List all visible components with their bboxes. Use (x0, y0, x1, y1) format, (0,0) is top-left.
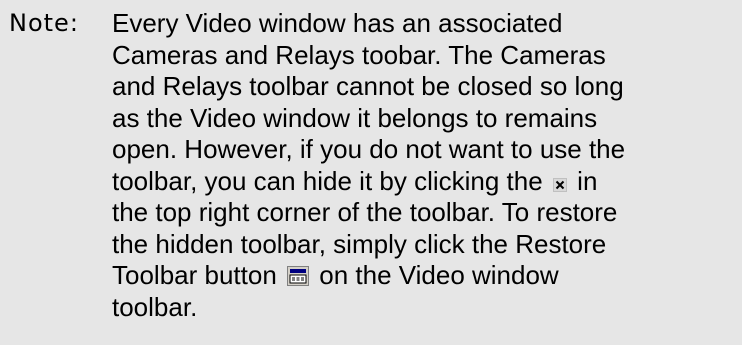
note-line: open. However, if you do not want to use… (112, 134, 626, 164)
note-line-segment: Toolbar button (112, 260, 285, 290)
restore-toolbar-icon (287, 266, 310, 286)
note-line-segment: in (569, 165, 598, 196)
note-label: Note: (9, 9, 79, 37)
note-line: as the Video window it belongs to remain… (112, 102, 598, 133)
note-line: Cameras and Relays toobar. The Cameras (112, 39, 606, 70)
note-line: the top right corner of the toolbar. To … (112, 197, 618, 227)
note-line: toolbar. (112, 291, 198, 322)
note-line: and Relays toolbar cannot be closed so l… (112, 71, 624, 101)
note-box: Note: Every Video window has an associat… (0, 0, 742, 345)
note-line: toolbar, you can hide it by clicking the… (112, 166, 737, 198)
note-line: Toolbar button on the Video window (112, 260, 737, 292)
note-text: Every Video window has an associated Cam… (112, 8, 737, 323)
note-line-segment: toolbar, you can hide it by clicking the (112, 165, 550, 196)
note-line: Every Video window has an associated (112, 8, 563, 38)
note-line-segment: on the Video window (312, 260, 559, 290)
note-line: the hidden toolbar, simply click the Res… (112, 228, 607, 259)
close-icon (552, 177, 567, 192)
